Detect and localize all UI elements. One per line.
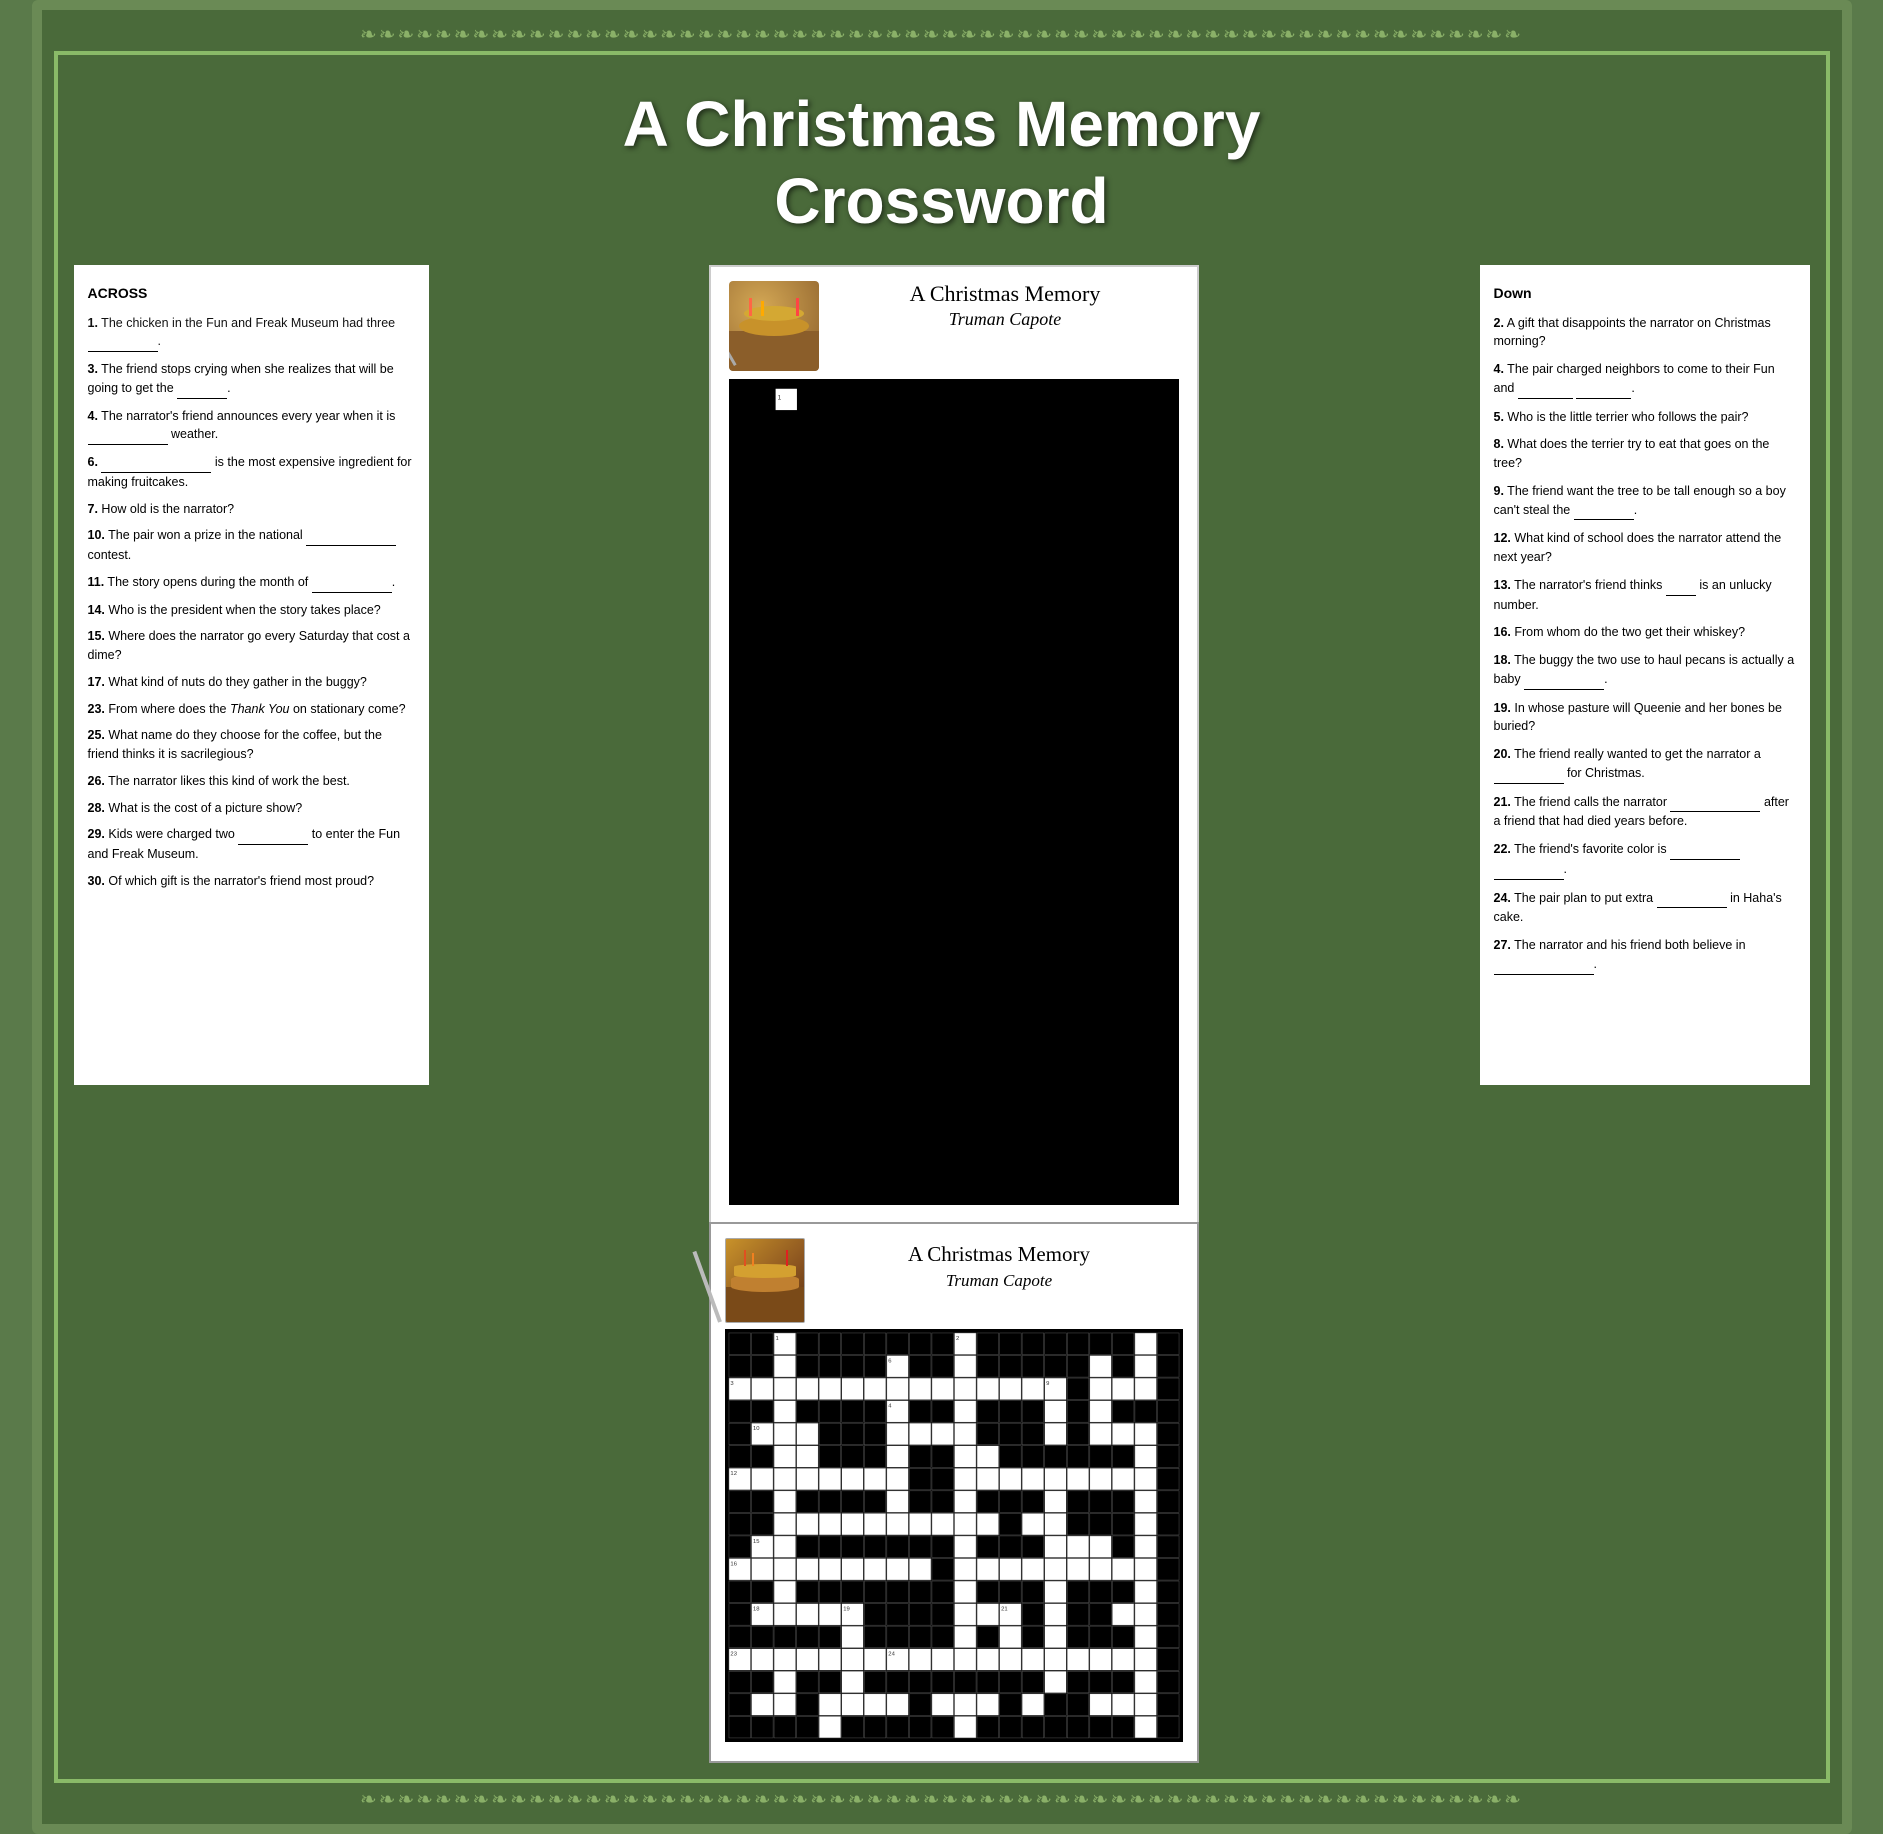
clue-23: 23. From where does the Thank You on sta… — [88, 700, 415, 719]
clue-11: 11. The story opens during the month of … — [88, 573, 415, 593]
down-clue-24: 24. The pair plan to put extra in Haha's… — [1494, 889, 1796, 928]
clue-10: 10. The pair won a prize in the national… — [88, 526, 415, 565]
clue-28: 28. What is the cost of a picture show? — [88, 799, 415, 818]
down-heading: Down — [1494, 283, 1796, 304]
book-author: Truman Capote — [831, 309, 1179, 330]
svg-text:2: 2 — [956, 1336, 959, 1342]
down-clue-18: 18. The buggy the two use to haul pecans… — [1494, 651, 1796, 690]
svg-text:10: 10 — [753, 1426, 760, 1432]
clue-7: 7. How old is the narrator? — [88, 500, 415, 519]
down-clue-9: 9. The friend want the tree to be tall e… — [1494, 482, 1796, 521]
clue-3: 3. The friend stops crying when she real… — [88, 360, 415, 399]
clue-25: 25. What name do they choose for the cof… — [88, 726, 415, 764]
down-clue-22: 22. The friend's favorite color is . — [1494, 840, 1796, 880]
crossword-panel: A Christmas Memory Truman Capote — [447, 265, 1462, 1763]
puzzle-book-author: Truman Capote — [815, 1271, 1183, 1291]
clue-14: 14. Who is the president when the story … — [88, 601, 415, 620]
book-title: A Christmas Memory — [831, 281, 1179, 307]
svg-text:15: 15 — [753, 1539, 760, 1545]
clue-4-across: 4. The narrator's friend announces every… — [88, 407, 415, 446]
down-clue-4: 4. The pair charged neighbors to come to… — [1494, 360, 1796, 399]
clue-1: 1. The chicken in the Fun and Freak Muse… — [88, 314, 415, 353]
down-clue-27: 27. The narrator and his friend both bel… — [1494, 936, 1796, 975]
down-clue-12: 12. What kind of school does the narrato… — [1494, 529, 1796, 567]
down-clue-5: 5. Who is the little terrier who follows… — [1494, 408, 1796, 427]
crossword-grid: 1 1 — [729, 379, 1179, 1205]
main-title: A Christmas Memory Crossword — [74, 86, 1810, 240]
clue-30: 30. Of which gift is the narrator's frie… — [88, 872, 415, 891]
clue-26: 26. The narrator likes this kind of work… — [88, 772, 415, 791]
down-clue-2: 2. A gift that disappoints the narrator … — [1494, 314, 1796, 352]
svg-text:21: 21 — [1001, 1606, 1008, 1612]
svg-text:18: 18 — [753, 1606, 760, 1612]
title-area: A Christmas Memory Crossword — [74, 71, 1810, 265]
svg-text:23: 23 — [730, 1651, 737, 1657]
svg-text:9: 9 — [1046, 1381, 1049, 1387]
clue-6: 6. is the most expensive ingredient for … — [88, 453, 415, 492]
down-clue-19: 19. In whose pasture will Queenie and he… — [1494, 699, 1796, 737]
svg-text:1: 1 — [776, 1336, 779, 1342]
svg-text:12: 12 — [730, 1471, 737, 1477]
svg-text:1: 1 — [778, 394, 782, 401]
svg-text:24: 24 — [888, 1651, 895, 1657]
down-clue-16: 16. From whom do the two get their whisk… — [1494, 623, 1796, 642]
clue-17: 17. What kind of nuts do they gather in … — [88, 673, 415, 692]
across-heading: ACROSS — [88, 283, 415, 304]
puzzle-book-title: A Christmas Memory — [815, 1242, 1183, 1267]
down-panel: Down 2. A gift that disappoints the narr… — [1480, 265, 1810, 1085]
across-panel: ACROSS 1. The chicken in the Fun and Fre… — [74, 265, 429, 1085]
down-clue-21: 21. The friend calls the narrator after … — [1494, 793, 1796, 832]
down-clue-20: 20. The friend really wanted to get the … — [1494, 745, 1796, 784]
svg-text:16: 16 — [730, 1561, 737, 1567]
down-clue-13: 13. The narrator's friend thinks is an u… — [1494, 576, 1796, 615]
clue-15: 15. Where does the narrator go every Sat… — [88, 627, 415, 665]
clue-29: 29. Kids were charged two to enter the F… — [88, 825, 415, 864]
down-clue-8: 8. What does the terrier try to eat that… — [1494, 435, 1796, 473]
svg-text:19: 19 — [843, 1606, 850, 1612]
